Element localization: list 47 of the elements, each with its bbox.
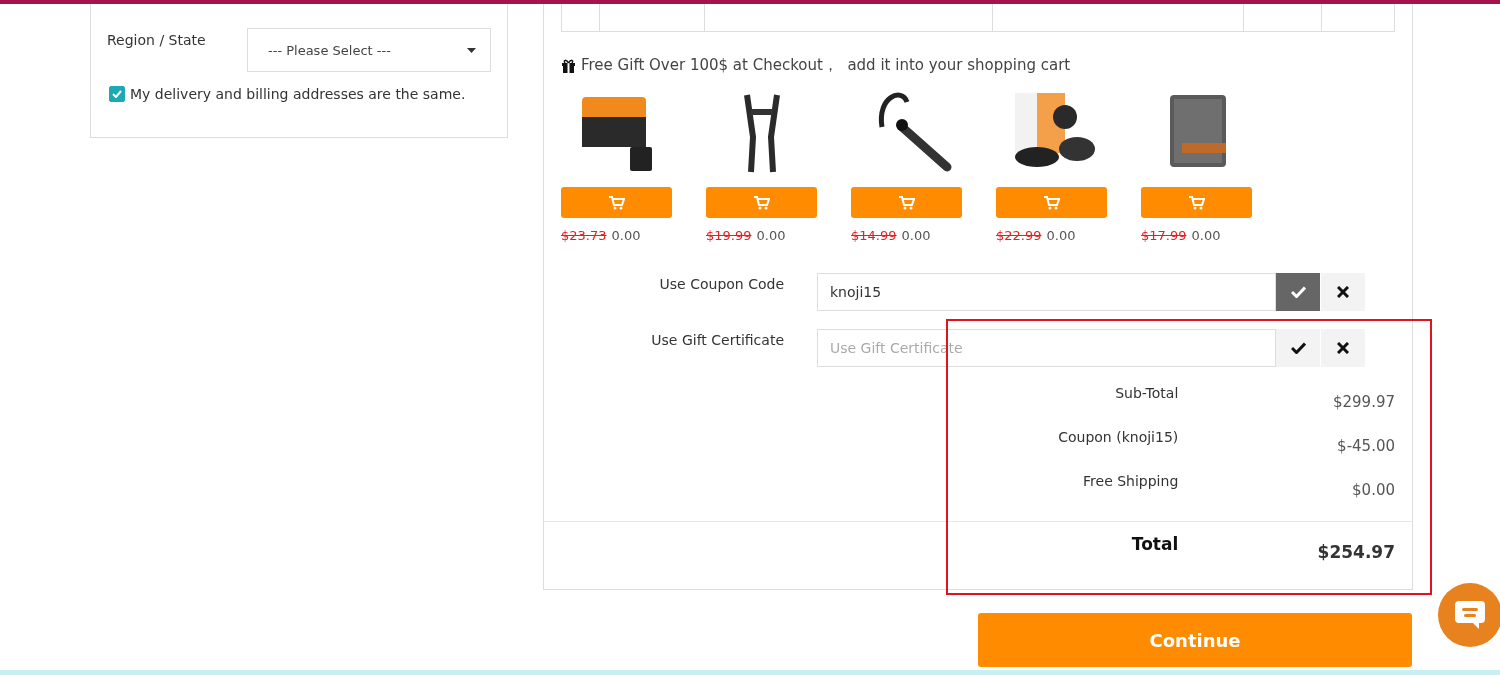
original-price: $23.73: [561, 228, 607, 243]
checkmark-icon: [112, 90, 122, 98]
clear-button[interactable]: [1321, 329, 1365, 367]
close-icon: [1337, 286, 1349, 298]
cart-icon: [898, 195, 915, 210]
cart-icon: [753, 195, 770, 210]
field-label: Region / State: [107, 31, 207, 48]
chat-icon: [1453, 599, 1487, 631]
coupon-field[interactable]: knoji15: [817, 273, 1276, 311]
clear-button[interactable]: [1321, 273, 1365, 311]
caret-icon: [467, 47, 476, 53]
gift-price: 0.00: [1191, 228, 1221, 243]
cart-icon: [1043, 195, 1060, 210]
original-price: $19.99: [706, 228, 752, 243]
add-to-cart-button[interactable]: [1141, 187, 1252, 218]
gift-price: 0.00: [1046, 228, 1076, 243]
add-to-cart-button[interactable]: [561, 187, 672, 218]
add-to-cart-button[interactable]: [851, 187, 962, 218]
gift-price: 0.00: [611, 228, 641, 243]
close-icon: [1337, 342, 1349, 354]
add-to-cart-button[interactable]: [996, 187, 1107, 218]
total-label: Coupon (knoji15): [1057, 429, 1179, 447]
original-price: $17.99: [1141, 228, 1187, 243]
cart-icon: [608, 195, 625, 210]
original-price: $14.99: [851, 228, 897, 243]
total-value: $-45.00: [1336, 436, 1395, 455]
total-label: Free Shipping: [1082, 473, 1179, 491]
original-price: $22.99: [996, 228, 1042, 243]
add-to-cart-button[interactable]: [706, 187, 817, 218]
gift-price: 0.00: [756, 228, 786, 243]
checkbox-label: My delivery and billing addresses are the same.: [130, 86, 466, 102]
checkbox[interactable]: [109, 86, 125, 102]
field-label: Use Gift Certificate: [650, 331, 785, 348]
region-select[interactable]: --- Please Select ---: [247, 28, 491, 72]
grand-total-label: Total: [1130, 534, 1179, 556]
total-value: $299.97: [1331, 392, 1395, 411]
apply-button[interactable]: [1276, 329, 1320, 367]
checkmark-icon: [1290, 342, 1306, 354]
gift-offer-title: Free Gift Over 100$ at Checkout， add it into your shopping cart: [581, 56, 1071, 75]
total-value: $0.00: [1351, 480, 1395, 499]
gift-price: 0.00: [901, 228, 931, 243]
checkmark-icon: [1290, 286, 1306, 298]
grand-total-value: $254.97: [1316, 541, 1395, 562]
field-label: Use Coupon Code: [658, 275, 785, 292]
gift-icon: [561, 58, 576, 73]
total-label: Sub-Total: [1114, 385, 1179, 403]
cart-icon: [1188, 195, 1205, 210]
